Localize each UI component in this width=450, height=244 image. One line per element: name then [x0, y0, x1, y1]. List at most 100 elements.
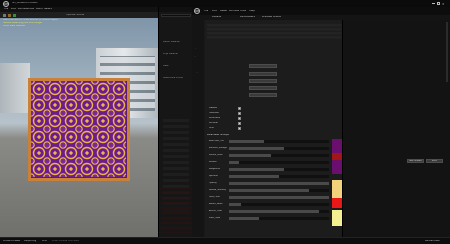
close-icon[interactable]: ✕ — [442, 2, 445, 6]
mid-item-parent[interactable]: Parent — [193, 40, 199, 42]
mid-item-lightmass[interactable]: Lightmass — [193, 56, 203, 58]
param-row-0[interactable]: BaseColor_Tint 0.35 — [205, 139, 342, 145]
save-defaults-button[interactable]: Save Defaults — [407, 159, 424, 163]
param-slider[interactable] — [229, 154, 329, 157]
color-swatch-5[interactable] — [332, 210, 342, 226]
left-label-parent: Parent Material — [163, 41, 180, 43]
editor-menu-bar: UE File Edit Asset Window Tools Help — [192, 7, 450, 15]
param-slider[interactable] — [229, 140, 329, 143]
left-label-subsurface: Subsurface Profile — [163, 77, 183, 79]
param-slider[interactable] — [229, 161, 329, 164]
unreal-logo-icon[interactable]: UE — [3, 0, 9, 7]
reset-button[interactable]: Reset — [426, 159, 443, 163]
param-row-10[interactable]: Accent_Color 0.9 — [205, 209, 342, 215]
right-scrollbar[interactable] — [446, 22, 448, 82]
color-swatch-1[interactable] — [332, 153, 342, 160]
building-left — [0, 63, 30, 113]
param-row-4[interactable]: Roughness 0.55 — [205, 167, 342, 173]
param-slider[interactable] — [229, 182, 329, 185]
details-content: Masked Twosided Wireframe Dithered Unlit… — [205, 20, 342, 237]
left-details-panel: Parent Material Phys Material Mask Subsu… — [158, 7, 193, 237]
checkbox-label-dithered: Dithered — [209, 122, 219, 124]
param-row-1[interactable]: Emissive_Strength 1.0 — [205, 146, 342, 152]
browse-icon[interactable] — [8, 13, 11, 17]
menu-select[interactable]: Select — [44, 8, 52, 11]
checkbox-label-wireframe: Wireframe — [209, 117, 221, 119]
details-button-5[interactable] — [249, 93, 277, 97]
details-button-4[interactable] — [249, 86, 277, 90]
save-icon[interactable] — [3, 13, 6, 17]
tab-details[interactable]: Details — [212, 16, 221, 19]
param-slider[interactable] — [229, 210, 329, 213]
title-bar: UE SM_NoiseBoot.uasset ✕ — [0, 0, 450, 7]
menu-file[interactable]: File — [4, 8, 8, 11]
cmd-button[interactable]: Cmd — [42, 240, 47, 242]
param-slider[interactable] — [229, 203, 329, 206]
content-drawer-button[interactable]: Content Drawer — [3, 240, 20, 242]
param-slider[interactable] — [229, 196, 329, 199]
param-row-5[interactable]: Specular 0.5 — [205, 174, 342, 180]
editor-menu-edit[interactable]: Edit — [212, 10, 217, 13]
apply-icon[interactable] — [13, 13, 16, 17]
checkbox-dithered[interactable] — [238, 121, 241, 125]
param-row-3[interactable]: Metallic 0.1 — [205, 160, 342, 166]
param-row-8[interactable]: Gold_Color 1.0 — [205, 195, 342, 201]
pattern-svg — [31, 81, 126, 177]
details-button-2[interactable] — [249, 72, 277, 76]
material-preview-tile[interactable] — [28, 78, 130, 181]
color-swatch-2[interactable] — [332, 160, 342, 174]
left-bottom-list — [161, 187, 191, 233]
window-title: SM_NoiseBoot.uasset — [12, 2, 38, 4]
param-slider[interactable] — [229, 168, 329, 171]
bottom-status-bar: Content Drawer Output Log Cmd Enter Cons… — [0, 237, 450, 244]
param-row-6[interactable]: Opacity 1.0 — [205, 181, 342, 187]
mid-item-usage[interactable]: Usage — [193, 72, 199, 74]
menu-edit[interactable]: Edit — [11, 8, 16, 11]
menu-window[interactable]: Window — [18, 8, 28, 11]
checkbox-twosided[interactable] — [238, 111, 241, 115]
param-slider[interactable] — [229, 189, 329, 192]
left-label-mask: Mask — [163, 65, 169, 67]
param-slider[interactable] — [229, 175, 329, 178]
update-scene-button[interactable]: Update Scene — [66, 14, 84, 17]
param-slider[interactable] — [229, 147, 329, 150]
details-top-fields — [207, 24, 342, 40]
window-controls[interactable]: ✕ — [432, 2, 446, 6]
menu-build[interactable]: Build — [36, 8, 43, 11]
editor-menu-help[interactable]: Help — [249, 10, 255, 13]
mid-item-subsurface[interactable]: Subsurface — [193, 64, 204, 66]
viewport-scene[interactable]: LIGHTING NEEDS TO BE REBUILT (1 unbuilt … — [0, 18, 158, 237]
tab-preview-scene[interactable]: Preview Scene — [262, 16, 281, 19]
menu-tools[interactable]: Tools — [28, 8, 34, 11]
param-row-11[interactable]: Inner_Glow 0.3 — [205, 216, 342, 222]
param-row-2[interactable]: Pattern_Scale 4.2 — [205, 153, 342, 159]
param-slider[interactable] — [229, 217, 329, 220]
mid-item-advanced[interactable]: Advanced — [193, 80, 202, 82]
param-row-9[interactable]: Border_Width 0.12 — [205, 202, 342, 208]
maximize-icon[interactable] — [437, 2, 440, 5]
derived-data-status[interactable]: Derived Data — [425, 240, 440, 242]
color-swatch-3[interactable] — [332, 180, 342, 198]
console-input[interactable]: Enter Console Command — [52, 240, 79, 242]
checkbox-unlit[interactable] — [238, 126, 241, 130]
details-button-3[interactable] — [249, 79, 277, 83]
details-button-1[interactable] — [249, 64, 277, 68]
editor-menu-file[interactable]: File — [204, 10, 208, 13]
param-row-7[interactable]: Normal_Intensity 0.8 — [205, 188, 342, 194]
checkbox-masked[interactable] — [238, 106, 241, 110]
editor-logo-icon[interactable]: UE — [194, 8, 200, 14]
mid-item-material[interactable]: Material — [193, 32, 201, 34]
tab-parameters[interactable]: Parameters — [240, 16, 255, 19]
viewport-window: File Edit Window Tools Build Select Upda… — [0, 7, 158, 237]
color-swatch-0[interactable] — [332, 139, 342, 153]
left-search-input[interactable] — [161, 14, 191, 17]
material-editor: UE File Edit Asset Window Tools Help Det… — [192, 7, 450, 237]
color-swatch-4[interactable] — [332, 198, 342, 208]
minimize-icon[interactable] — [432, 3, 435, 4]
checkbox-label-masked: Masked — [209, 107, 218, 109]
output-log-button[interactable]: Output Log — [24, 240, 36, 242]
editor-menu-tools[interactable]: Tools — [240, 10, 246, 13]
checkbox-wireframe[interactable] — [238, 116, 241, 120]
editor-menu-asset[interactable]: Asset — [220, 10, 227, 13]
editor-menu-window[interactable]: Window — [229, 10, 239, 13]
